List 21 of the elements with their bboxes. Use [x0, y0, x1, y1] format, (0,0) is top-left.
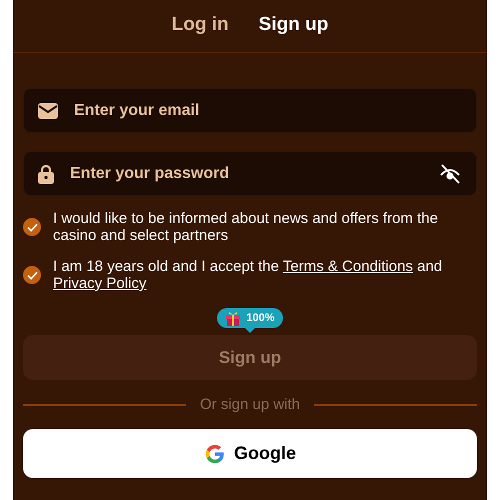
- consent-text: I would like to be informed about news and offers from the casino and select partners: [53, 210, 439, 244]
- consent-text: I am 18 years old and I accept the Terms & Conditions and Privacy Policy: [53, 258, 444, 292]
- hidden-eye-icon[interactable]: [438, 162, 462, 186]
- checkbox[interactable]: [23, 218, 41, 236]
- tab[interactable]: Log in: [172, 12, 229, 38]
- divider-text: Or sign up with: [200, 396, 300, 413]
- tab[interactable]: Sign up: [258, 12, 328, 38]
- checkmark-icon: [26, 222, 38, 232]
- lock-icon: [38, 164, 54, 184]
- input-field[interactable]: Enter your password: [70, 164, 438, 182]
- input-field[interactable]: Enter your email: [74, 102, 462, 120]
- checkmark-icon: [26, 270, 38, 280]
- envelope-icon: [38, 102, 58, 118]
- link[interactable]: Terms & Conditions: [282, 258, 413, 275]
- text-field[interactable]: Enter your email: [23, 88, 477, 133]
- link[interactable]: Privacy Policy: [53, 275, 146, 292]
- gift-icon: [225, 310, 242, 326]
- text-field[interactable]: Enter your password: [23, 151, 477, 196]
- google-g-icon: [204, 442, 226, 464]
- checkbox[interactable]: [23, 266, 41, 284]
- google-button[interactable]: Google: [23, 429, 477, 478]
